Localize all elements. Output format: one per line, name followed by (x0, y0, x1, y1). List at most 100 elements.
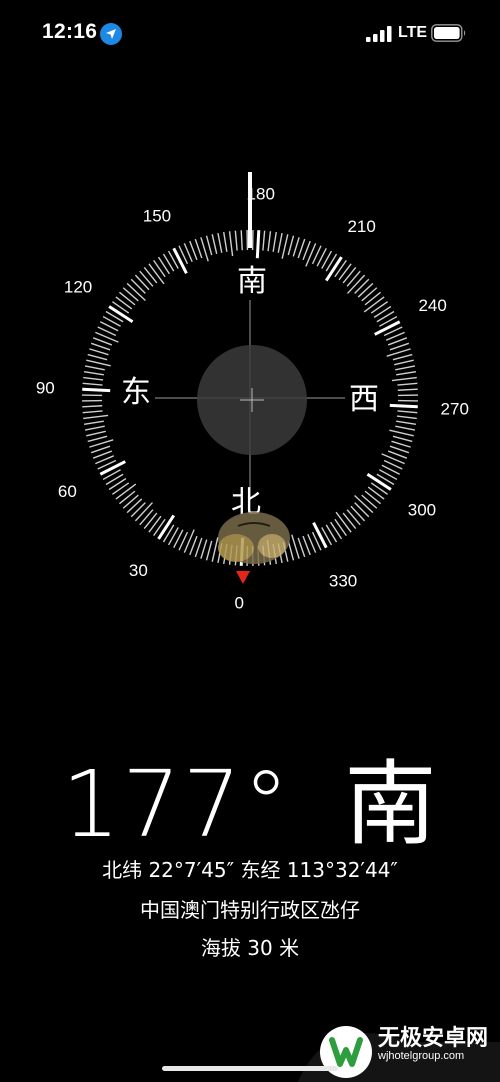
compass-tick (267, 231, 272, 252)
compass-tick (82, 387, 111, 393)
compass-tick (389, 342, 410, 351)
altitude: 海拔 30 米 (200, 936, 300, 960)
location-arrow-icon (100, 23, 122, 45)
compass-tick (143, 266, 158, 284)
compass-tick (82, 410, 103, 414)
heading-degrees: 177° (61, 751, 292, 858)
compass-tick (134, 274, 150, 291)
compass-tick (122, 287, 139, 302)
compass-tick (118, 490, 136, 505)
compass-tick (126, 498, 143, 514)
degree-label-60: 60 (58, 482, 77, 501)
compass-tick (99, 460, 126, 476)
compass-tick (287, 540, 295, 561)
degree-label-150: 150 (143, 206, 171, 225)
compass-tick (397, 410, 418, 414)
compass-tick (367, 486, 385, 500)
compass-tick (83, 420, 104, 425)
compass-tick (361, 494, 378, 509)
home-indicator[interactable] (162, 1066, 338, 1071)
network-type: LTE (398, 24, 428, 41)
compass-tick (200, 539, 208, 559)
degree-label-330: 330 (329, 572, 357, 591)
degree-label-120: 120 (64, 277, 92, 296)
compass-tick (272, 231, 277, 252)
compass-tick (87, 435, 108, 443)
compass-tick (83, 414, 109, 420)
compass-tick (363, 296, 385, 313)
watermark-url: wjhotelgroup.com (378, 1050, 465, 1062)
compass-tick (111, 482, 130, 495)
compass-tick (397, 388, 418, 391)
compass-tick (361, 287, 378, 302)
compass-tick (262, 230, 266, 251)
compass-tick (194, 238, 203, 259)
compass-tick (143, 512, 158, 530)
compass-tick (89, 348, 109, 356)
compass-tick (373, 305, 392, 318)
compass-tick (395, 365, 416, 371)
compass-tick (366, 472, 392, 491)
degree-label-240: 240 (418, 296, 446, 315)
compass-tick (338, 263, 352, 281)
cardinal-west: 西 (349, 382, 379, 417)
compass-tick (347, 274, 366, 294)
cardinal-south: 南 (237, 264, 267, 299)
sticker-emoji (218, 512, 290, 564)
compass-tick (396, 415, 417, 420)
compass-tick (342, 266, 357, 284)
compass-tick (115, 296, 133, 310)
signal-bars-icon (366, 26, 392, 42)
compass-tick (281, 234, 289, 259)
coordinates: 北纬 22°7′45″ 东经 113°32′44″ (102, 858, 398, 882)
compass-tick (391, 376, 417, 382)
compass-tick (334, 518, 347, 537)
compass-tick (389, 445, 410, 454)
compass-tick (148, 515, 162, 533)
compass-tick (139, 270, 154, 287)
heading-readout: 177° 南 (0, 730, 500, 863)
compass-tick (217, 232, 223, 253)
compass-tick (297, 238, 306, 259)
compass-tick (172, 247, 188, 274)
compass-tick (374, 320, 401, 336)
compass-tick (205, 235, 213, 256)
compass-tick (90, 342, 111, 351)
compass-dial: 0306090120150180210240270300330 南 东 西 北 (36, 172, 469, 613)
compass-tick (83, 371, 104, 376)
compass-tick (157, 514, 176, 540)
compass-tick (389, 429, 414, 437)
status-bar: 12:16 LTE (0, 0, 500, 66)
compass-tick (122, 494, 139, 509)
compass-tick (391, 440, 411, 448)
compass-tick (139, 509, 154, 526)
compass-tick (82, 382, 103, 386)
compass-tick (194, 537, 203, 558)
compass-tick (126, 282, 146, 301)
compass-tick (134, 502, 153, 522)
compass-tick (335, 511, 352, 533)
compass-tick (87, 353, 108, 361)
compass-tick (330, 521, 343, 540)
compass-tick (148, 263, 165, 285)
compass-tick (86, 430, 106, 437)
compass-tick (223, 231, 228, 252)
compass-tick (364, 490, 382, 505)
compass-tick (83, 376, 104, 381)
heading-direction: 南 (344, 751, 439, 858)
compass-tick (324, 256, 343, 282)
compass-tick (396, 420, 417, 425)
compass-tick (354, 278, 370, 294)
compass-tick (240, 230, 243, 251)
north-marker (236, 571, 250, 584)
compass-tick (396, 371, 417, 376)
compass-tick (287, 235, 295, 256)
compass-tick (255, 230, 261, 259)
compass-tick (130, 502, 146, 518)
watermark-title: 无极安卓网 (378, 1026, 489, 1051)
compass-tick (118, 291, 136, 306)
compass-tick (346, 270, 361, 287)
compass-tick (354, 502, 370, 518)
compass-tick (84, 365, 105, 371)
compass-tick (115, 483, 137, 500)
